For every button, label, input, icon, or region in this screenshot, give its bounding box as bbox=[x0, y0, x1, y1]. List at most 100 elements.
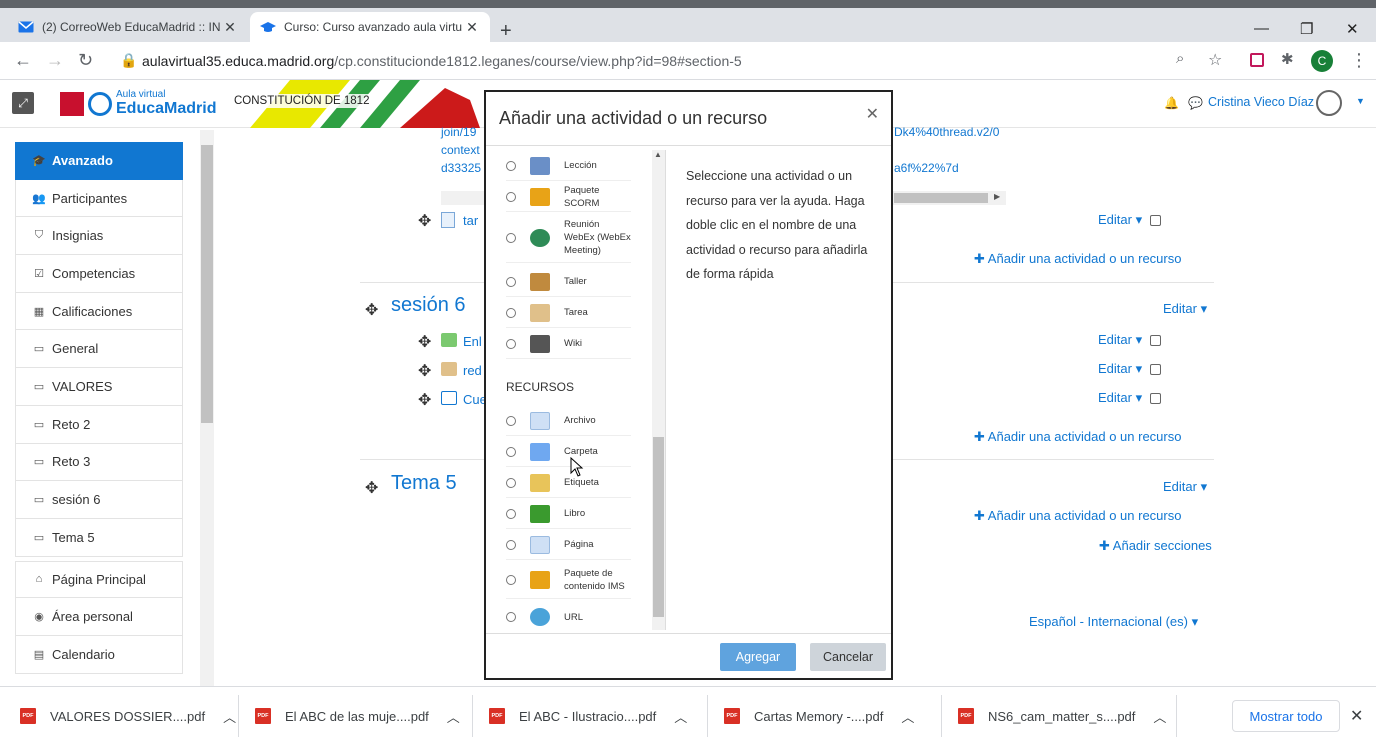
expand-icon[interactable]: ⤢ bbox=[12, 92, 34, 114]
option-wiki[interactable]: Wiki bbox=[506, 329, 631, 359]
download-item[interactable]: PDF El ABC - Ilustracio....pdf ︿ bbox=[489, 687, 687, 745]
list-scrollbar-thumb[interactable] bbox=[653, 437, 664, 617]
option-carpeta[interactable]: Carpeta bbox=[506, 437, 631, 467]
completion-checkbox[interactable] bbox=[1150, 393, 1162, 405]
add-activity-link[interactable]: ✚ Añadir una actividad o un recurso bbox=[974, 508, 1181, 524]
completion-checkbox[interactable] bbox=[1150, 364, 1162, 376]
maximize-button[interactable]: ❐ bbox=[1300, 20, 1313, 38]
edit-menu[interactable]: Editar ▾ bbox=[1098, 212, 1162, 228]
sidebar-item-pagina-principal[interactable]: ⌂ Página Principal bbox=[15, 560, 183, 599]
meeting-link[interactable]: d33325 bbox=[441, 161, 481, 175]
edit-menu[interactable]: Editar ▾ bbox=[1098, 332, 1162, 348]
sidebar-item-reto3[interactable]: ▭ Reto 3 bbox=[15, 443, 183, 482]
meeting-link[interactable]: context bbox=[441, 143, 480, 157]
activity-link[interactable]: tar bbox=[463, 213, 478, 228]
puzzle-icon[interactable]: ✱ bbox=[1281, 50, 1294, 68]
add-activity-link[interactable]: ✚ Añadir una actividad o un recurso bbox=[974, 429, 1181, 445]
chevron-down-icon[interactable]: ▼ bbox=[1356, 96, 1365, 106]
radio-button[interactable] bbox=[506, 307, 516, 318]
radio-button[interactable] bbox=[506, 276, 516, 287]
back-icon[interactable]: ← bbox=[14, 50, 32, 71]
minimize-button[interactable]: — bbox=[1254, 20, 1269, 37]
move-icon[interactable]: ✥ bbox=[418, 361, 431, 381]
radio-button[interactable] bbox=[506, 191, 516, 202]
add-button[interactable]: Agregar bbox=[720, 643, 796, 671]
url-field[interactable]: aulavirtual35.educa.madrid.org/cp.consti… bbox=[142, 53, 742, 69]
option-tarea[interactable]: Tarea bbox=[506, 298, 631, 328]
activity-link[interactable]: red bbox=[463, 363, 482, 378]
scroll-up-icon[interactable]: ▲ bbox=[654, 150, 662, 159]
add-sections-link[interactable]: ✚ Añadir secciones bbox=[1099, 538, 1212, 554]
edit-menu[interactable]: Editar ▾ bbox=[1098, 390, 1162, 406]
chevron-up-icon[interactable]: ︿ bbox=[674, 707, 687, 726]
profile-avatar[interactable]: C bbox=[1311, 50, 1333, 72]
option-pagina[interactable]: Página bbox=[506, 530, 631, 560]
logo-text[interactable]: EducaMadrid bbox=[116, 100, 216, 118]
horizontal-scrollbar-thumb[interactable] bbox=[894, 193, 988, 203]
show-all-button[interactable]: Mostrar todo bbox=[1232, 700, 1340, 732]
scroll-right-icon[interactable]: ▶ bbox=[994, 192, 1000, 201]
move-icon[interactable]: ✥ bbox=[418, 332, 431, 352]
completion-checkbox[interactable] bbox=[1150, 215, 1162, 227]
sidebar-item-sesion6[interactable]: ▭ sesión 6 bbox=[15, 481, 183, 519]
close-tab-icon[interactable]: ✕ bbox=[464, 19, 480, 36]
cancel-button[interactable]: Cancelar bbox=[810, 643, 886, 671]
tab-curso[interactable]: Curso: Curso avanzado aula virtu ✕ bbox=[250, 12, 490, 42]
option-archivo[interactable]: Archivo bbox=[506, 406, 631, 436]
download-item[interactable]: PDF El ABC de las muje....pdf ︿ bbox=[255, 687, 460, 745]
new-tab-button[interactable]: + bbox=[500, 20, 512, 43]
close-icon[interactable]: ✕ bbox=[1350, 706, 1363, 726]
option-libro[interactable]: Libro bbox=[506, 499, 631, 529]
radio-button[interactable] bbox=[506, 539, 516, 550]
extension-icon[interactable] bbox=[1250, 53, 1264, 67]
sidebar-item-valores[interactable]: ▭ VALORES bbox=[15, 368, 183, 406]
radio-button[interactable] bbox=[506, 415, 516, 426]
radio-button[interactable] bbox=[506, 446, 516, 457]
reload-icon[interactable]: ↻ bbox=[78, 50, 93, 71]
radio-button[interactable] bbox=[506, 508, 516, 519]
sidebar-item-tema5[interactable]: ▭ Tema 5 bbox=[15, 518, 183, 557]
activity-link[interactable]: Enl bbox=[463, 334, 482, 349]
option-etiqueta[interactable]: Etiqueta bbox=[506, 468, 631, 498]
sidebar-item-area-personal[interactable]: ◉ Área personal bbox=[15, 598, 183, 636]
chevron-up-icon[interactable]: ︿ bbox=[1153, 707, 1166, 726]
radio-button[interactable] bbox=[506, 160, 516, 171]
sidebar-item-insignias[interactable]: ⛉ Insignias bbox=[15, 217, 183, 256]
menu-icon[interactable]: ⋮ bbox=[1350, 50, 1368, 71]
section-edit-menu[interactable]: Editar ▾ bbox=[1163, 301, 1207, 317]
zoom-icon[interactable]: ⌕ bbox=[1176, 50, 1184, 67]
chat-icon[interactable]: 💬 bbox=[1188, 96, 1203, 110]
sidebar-item-participantes[interactable]: 👥 Participantes bbox=[15, 179, 183, 218]
section-edit-menu[interactable]: Editar ▾ bbox=[1163, 479, 1207, 495]
completion-checkbox[interactable] bbox=[1150, 335, 1162, 347]
sidebar-item-reto2[interactable]: ▭ Reto 2 bbox=[15, 405, 183, 444]
option-webex[interactable]: Reunión WebEx (WebEx Meeting) bbox=[506, 213, 631, 263]
forward-icon[interactable]: → bbox=[46, 50, 64, 71]
sidebar-item-avanzado[interactable]: 🎓 Avanzado bbox=[15, 142, 183, 180]
radio-button[interactable] bbox=[506, 574, 516, 585]
radio-button[interactable] bbox=[506, 232, 516, 243]
add-activity-link[interactable]: ✚ Añadir una actividad o un recurso bbox=[974, 251, 1181, 267]
move-icon[interactable]: ✥ bbox=[418, 211, 431, 231]
meeting-link[interactable]: join/19 bbox=[441, 125, 476, 139]
chevron-up-icon[interactable]: ︿ bbox=[223, 707, 236, 726]
tab-correoweb[interactable]: (2) CorreoWeb EducaMadrid :: IN ✕ bbox=[8, 12, 248, 42]
section-title[interactable]: Tema 5 bbox=[391, 472, 457, 495]
radio-button[interactable] bbox=[506, 612, 516, 622]
move-icon[interactable]: ✥ bbox=[365, 478, 378, 498]
radio-button[interactable] bbox=[506, 477, 516, 488]
sidebar-item-calificaciones[interactable]: ▦ Calificaciones bbox=[15, 292, 183, 331]
move-icon[interactable]: ✥ bbox=[418, 390, 431, 410]
option-ims[interactable]: Paquete de contenido IMS bbox=[506, 561, 631, 599]
meeting-link-cont[interactable]: a6f%22%7d bbox=[894, 161, 959, 175]
school-name[interactable]: CONSTITUCIÓN DE 1812 bbox=[230, 94, 374, 108]
star-icon[interactable]: ☆ bbox=[1208, 50, 1222, 70]
chevron-up-icon[interactable]: ︿ bbox=[901, 707, 914, 726]
download-item[interactable]: PDF Cartas Memory -....pdf ︿ bbox=[724, 687, 914, 745]
user-name[interactable]: Cristina Vieco Díaz bbox=[1208, 95, 1314, 109]
option-scorm[interactable]: Paquete SCORM bbox=[506, 182, 631, 212]
move-icon[interactable]: ✥ bbox=[365, 300, 378, 320]
close-tab-icon[interactable]: ✕ bbox=[222, 19, 238, 36]
close-window-button[interactable]: ✕ bbox=[1346, 20, 1359, 38]
edit-menu[interactable]: Editar ▾ bbox=[1098, 361, 1162, 377]
